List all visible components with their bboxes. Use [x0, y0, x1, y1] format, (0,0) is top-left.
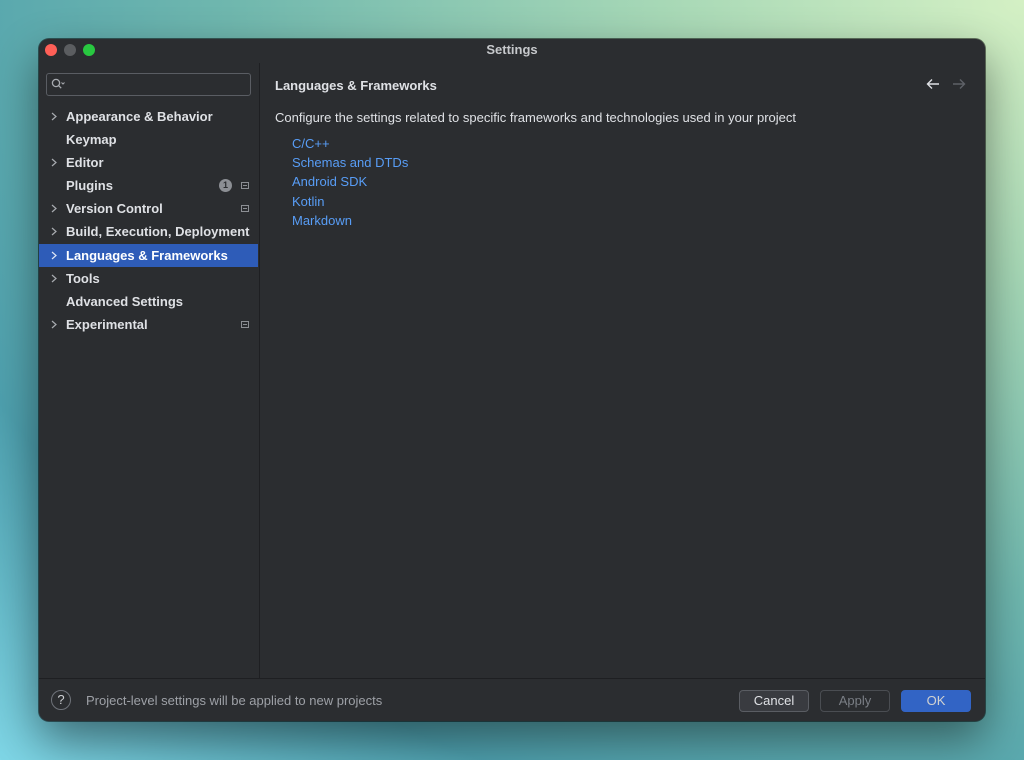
project-level-icon: [241, 321, 249, 328]
sidebar-item-label: Tools: [66, 271, 100, 286]
window-title: Settings: [486, 42, 538, 57]
settings-content: Languages & Frameworks Configure the set…: [260, 63, 985, 678]
settings-window: Settings Appearance & Behavior Keymap Ed…: [39, 39, 985, 721]
search-icon: [51, 78, 65, 89]
link-markdown[interactable]: Markdown: [292, 213, 352, 228]
footer-note: Project-level settings will be applied t…: [86, 693, 383, 708]
sidebar-item-label: Languages & Frameworks: [66, 248, 228, 263]
sidebar-item-editor[interactable]: Editor: [39, 151, 258, 174]
chevron-right-icon[interactable]: [51, 251, 57, 260]
sidebar-item-label: Experimental: [66, 317, 148, 332]
chevron-right-icon[interactable]: [51, 274, 57, 283]
project-level-icon: [241, 205, 249, 212]
sidebar-item-languages-frameworks[interactable]: Languages & Frameworks: [39, 244, 258, 267]
sidebar-item-appearance-behavior[interactable]: Appearance & Behavior: [39, 105, 258, 128]
ok-button[interactable]: OK: [901, 690, 971, 712]
link-kotlin[interactable]: Kotlin: [292, 194, 325, 209]
sidebar-item-version-control[interactable]: Version Control: [39, 197, 258, 220]
settings-sidebar: Appearance & Behavior Keymap Editor Plug…: [39, 63, 260, 678]
sidebar-item-label: Version Control: [66, 201, 163, 216]
sidebar-item-keymap[interactable]: Keymap: [39, 128, 258, 151]
sidebar-item-label: Advanced Settings: [66, 294, 184, 309]
search-input[interactable]: [46, 73, 251, 96]
title-bar: Settings: [39, 39, 985, 63]
link-schemas-dtds[interactable]: Schemas and DTDs: [292, 155, 408, 170]
dialog-footer: ? Project-level settings will be applied…: [39, 678, 985, 721]
chevron-right-icon[interactable]: [51, 112, 57, 121]
arrow-left-icon[interactable]: [926, 78, 940, 90]
link-c-cpp[interactable]: C/C++: [292, 136, 330, 151]
help-icon[interactable]: ?: [51, 690, 71, 710]
project-level-icon: [241, 182, 249, 189]
apply-button[interactable]: Apply: [820, 690, 890, 712]
chevron-right-icon[interactable]: [51, 158, 57, 167]
sidebar-item-label: Editor: [66, 155, 104, 170]
sidebar-item-build-execution-deployment[interactable]: Build, Execution, Deployment: [39, 220, 258, 243]
page-description: Configure the settings related to specif…: [275, 110, 797, 125]
sidebar-item-plugins[interactable]: Plugins 1: [39, 174, 258, 197]
sidebar-item-label: Appearance & Behavior: [66, 109, 213, 124]
cancel-button[interactable]: Cancel: [739, 690, 809, 712]
update-count-badge: 1: [219, 179, 232, 192]
sidebar-item-label: Plugins: [66, 178, 113, 193]
chevron-right-icon[interactable]: [51, 227, 57, 236]
sidebar-item-label: Build, Execution, Deployment: [66, 224, 250, 239]
sidebar-item-tools[interactable]: Tools: [39, 267, 258, 290]
chevron-right-icon[interactable]: [51, 320, 57, 329]
arrow-right-icon[interactable]: [952, 78, 966, 90]
link-android-sdk[interactable]: Android SDK: [292, 174, 367, 189]
sidebar-item-label: Keymap: [66, 132, 117, 147]
chevron-right-icon[interactable]: [51, 204, 57, 213]
sidebar-item-experimental[interactable]: Experimental: [39, 313, 258, 336]
sidebar-item-advanced-settings[interactable]: Advanced Settings: [39, 290, 258, 313]
page-title: Languages & Frameworks: [275, 78, 437, 93]
